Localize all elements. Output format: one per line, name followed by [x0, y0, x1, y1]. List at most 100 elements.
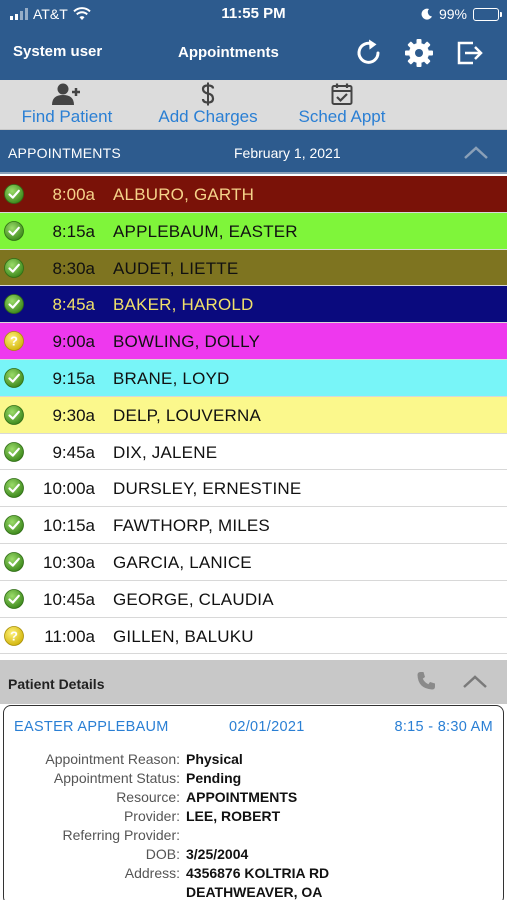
appointment-row[interactable]: 10:00a DURSLEY, ERNESTINE — [0, 470, 507, 508]
appointment-time: 10:15a — [43, 516, 95, 536]
appointment-time: 8:30a — [52, 258, 95, 278]
app-header: System user Appointments — [0, 28, 507, 80]
battery-percent: 99% — [438, 6, 467, 22]
appointment-patient-name: GEORGE, CLAUDIA — [113, 589, 274, 609]
detail-value: APPOINTMENTS — [186, 789, 298, 805]
appointment-patient-name: GILLEN, BALUKU — [113, 626, 254, 646]
appointment-patient-name: DIX, JALENE — [113, 442, 218, 462]
detail-value: Physical — [186, 751, 243, 767]
detail-row-referring-provider: Referring Provider: — [4, 827, 503, 846]
appointments-label: APPOINTMENTS — [8, 145, 121, 161]
appointment-patient-name: BOWLING, DOLLY — [113, 332, 261, 352]
find-patient-button[interactable]: Find Patient — [18, 80, 116, 130]
appointment-row[interactable]: ? 9:00a BOWLING, DOLLY — [0, 323, 507, 360]
page-title: Appointments — [178, 44, 279, 61]
appointment-patient-name: AUDET, LIETTE — [113, 258, 239, 278]
check-status-icon — [4, 515, 24, 536]
detail-row-address-line2: DEATHWEAVER, OA — [4, 884, 503, 900]
appointment-list: 8:00a ALBURO, GARTH 8:15a APPLEBAUM, EASTER… — [0, 176, 507, 655]
check-status-icon — [4, 184, 24, 204]
calendar-check-icon — [331, 83, 353, 105]
appointment-row[interactable]: 8:30a AUDET, LIETTE — [0, 249, 507, 287]
detail-key: DOB: — [145, 846, 180, 862]
check-status-icon — [4, 368, 24, 388]
appointment-row[interactable]: 10:45a GEORGE, CLAUDIA — [0, 580, 507, 618]
patient-details-bar: Patient Details — [0, 660, 507, 704]
check-status-icon — [4, 404, 24, 425]
detail-row-address: Address: 4356876 KOLTRIA RD — [4, 865, 503, 884]
svg-text:?: ? — [10, 334, 18, 349]
appointment-row[interactable]: 8:15a APPLEBAUM, EASTER — [0, 212, 507, 250]
detail-key: Address: — [124, 865, 180, 881]
appointment-time: 10:30a — [43, 552, 95, 572]
gear-icon[interactable] — [402, 36, 436, 70]
detail-row-reason: Appointment Reason: Physical — [4, 751, 503, 770]
appointment-patient-name: DELP, LOUVERNA — [113, 405, 261, 425]
add-person-icon — [52, 83, 80, 105]
svg-text:?: ? — [10, 628, 18, 643]
detail-key: Provider: — [123, 808, 180, 824]
appointment-patient-name: BAKER, HAROLD — [113, 295, 254, 315]
patient-name: EASTER APPLEBAUM — [14, 719, 169, 735]
appointment-patient-name: DURSLEY, ERNESTINE — [113, 479, 302, 499]
detail-value: 3/25/2004 — [186, 846, 249, 862]
patient-details-card: EASTER APPLEBAUM 02/01/2021 8:15 - 8:30 … — [3, 705, 504, 900]
appointment-time: 10:45a — [43, 589, 95, 609]
appointment-time: 9:15a — [52, 368, 95, 388]
detail-value: LEE, ROBERT — [186, 808, 281, 824]
appointment-time: 11:00a — [44, 626, 95, 646]
appointment-time: 8:15a — [52, 221, 95, 241]
detail-value: 4356876 KOLTRIA RD — [186, 865, 330, 881]
dollar-icon — [201, 82, 215, 106]
check-status-icon — [4, 441, 24, 462]
refresh-icon[interactable] — [352, 36, 386, 70]
appointment-time: 10:00a — [43, 479, 95, 499]
check-status-icon — [4, 294, 24, 315]
appointment-row[interactable]: 9:15a BRANE, LOYD — [0, 359, 507, 397]
check-status-icon — [4, 257, 24, 278]
phone-icon[interactable] — [414, 669, 438, 693]
appointment-time: 8:45a — [52, 295, 95, 315]
detail-key: Appointment Reason: — [45, 751, 180, 767]
detail-row-dob: DOB: 3/25/2004 — [4, 846, 503, 865]
appointments-date: February 1, 2021 — [234, 145, 341, 161]
appointment-time: 8:00a — [52, 185, 95, 204]
appointment-time: 9:45a — [52, 442, 95, 462]
chevron-up-icon[interactable] — [462, 673, 488, 689]
status-right: 99% — [421, 6, 502, 22]
appointment-patient-name: APPLEBAUM, EASTER — [113, 221, 298, 241]
appointment-row[interactable]: 9:30a DELP, LOUVERNA — [0, 396, 507, 434]
top-bar: AT&T 11:55 PM 99% System user Appointmen… — [0, 0, 507, 80]
detail-row-resource: Resource: APPOINTMENTS — [4, 789, 503, 808]
appointment-patient-name: FAWTHORP, MILES — [113, 516, 270, 536]
card-header: EASTER APPLEBAUM 02/01/2021 8:15 - 8:30 … — [4, 706, 503, 748]
appointment-row[interactable]: 8:45a BAKER, HAROLD — [0, 286, 507, 324]
sched-appt-label: Sched Appt — [298, 107, 386, 126]
sched-appt-button[interactable]: Sched Appt — [294, 80, 390, 130]
appointment-row[interactable]: 8:00a ALBURO, GARTH — [0, 176, 507, 213]
add-charges-label: Add Charges — [158, 107, 258, 126]
check-status-icon — [4, 588, 24, 609]
appointment-row[interactable]: 9:45a DIX, JALENE — [0, 433, 507, 471]
question-status-icon: ? — [4, 331, 24, 352]
battery-icon — [473, 7, 502, 21]
user-label: System user — [13, 43, 103, 60]
appointment-row[interactable]: 10:30a GARCIA, LANICE — [0, 543, 507, 581]
chevron-up-icon[interactable] — [463, 144, 489, 160]
detail-key: Referring Provider: — [62, 827, 181, 843]
add-charges-button[interactable]: Add Charges — [155, 80, 261, 130]
appointment-row[interactable]: 10:15a FAWTHORP, MILES — [0, 507, 507, 544]
appointment-patient-name: ALBURO, GARTH — [113, 185, 255, 204]
question-status-icon: ? — [4, 625, 24, 646]
status-bar: AT&T 11:55 PM 99% — [0, 0, 507, 28]
appointment-time-range: 8:15 - 8:30 AM — [394, 719, 493, 735]
appointment-row[interactable]: ? 11:00a GILLEN, BALUKU — [0, 617, 507, 655]
logout-icon[interactable] — [452, 36, 486, 70]
moon-icon — [421, 8, 432, 20]
appointment-time: 9:00a — [52, 332, 95, 352]
check-status-icon — [4, 552, 24, 572]
detail-row-provider: Provider: LEE, ROBERT — [4, 808, 503, 827]
appointment-date: 02/01/2021 — [229, 719, 305, 735]
detail-key: Resource: — [116, 789, 180, 805]
find-patient-label: Find Patient — [21, 107, 113, 126]
